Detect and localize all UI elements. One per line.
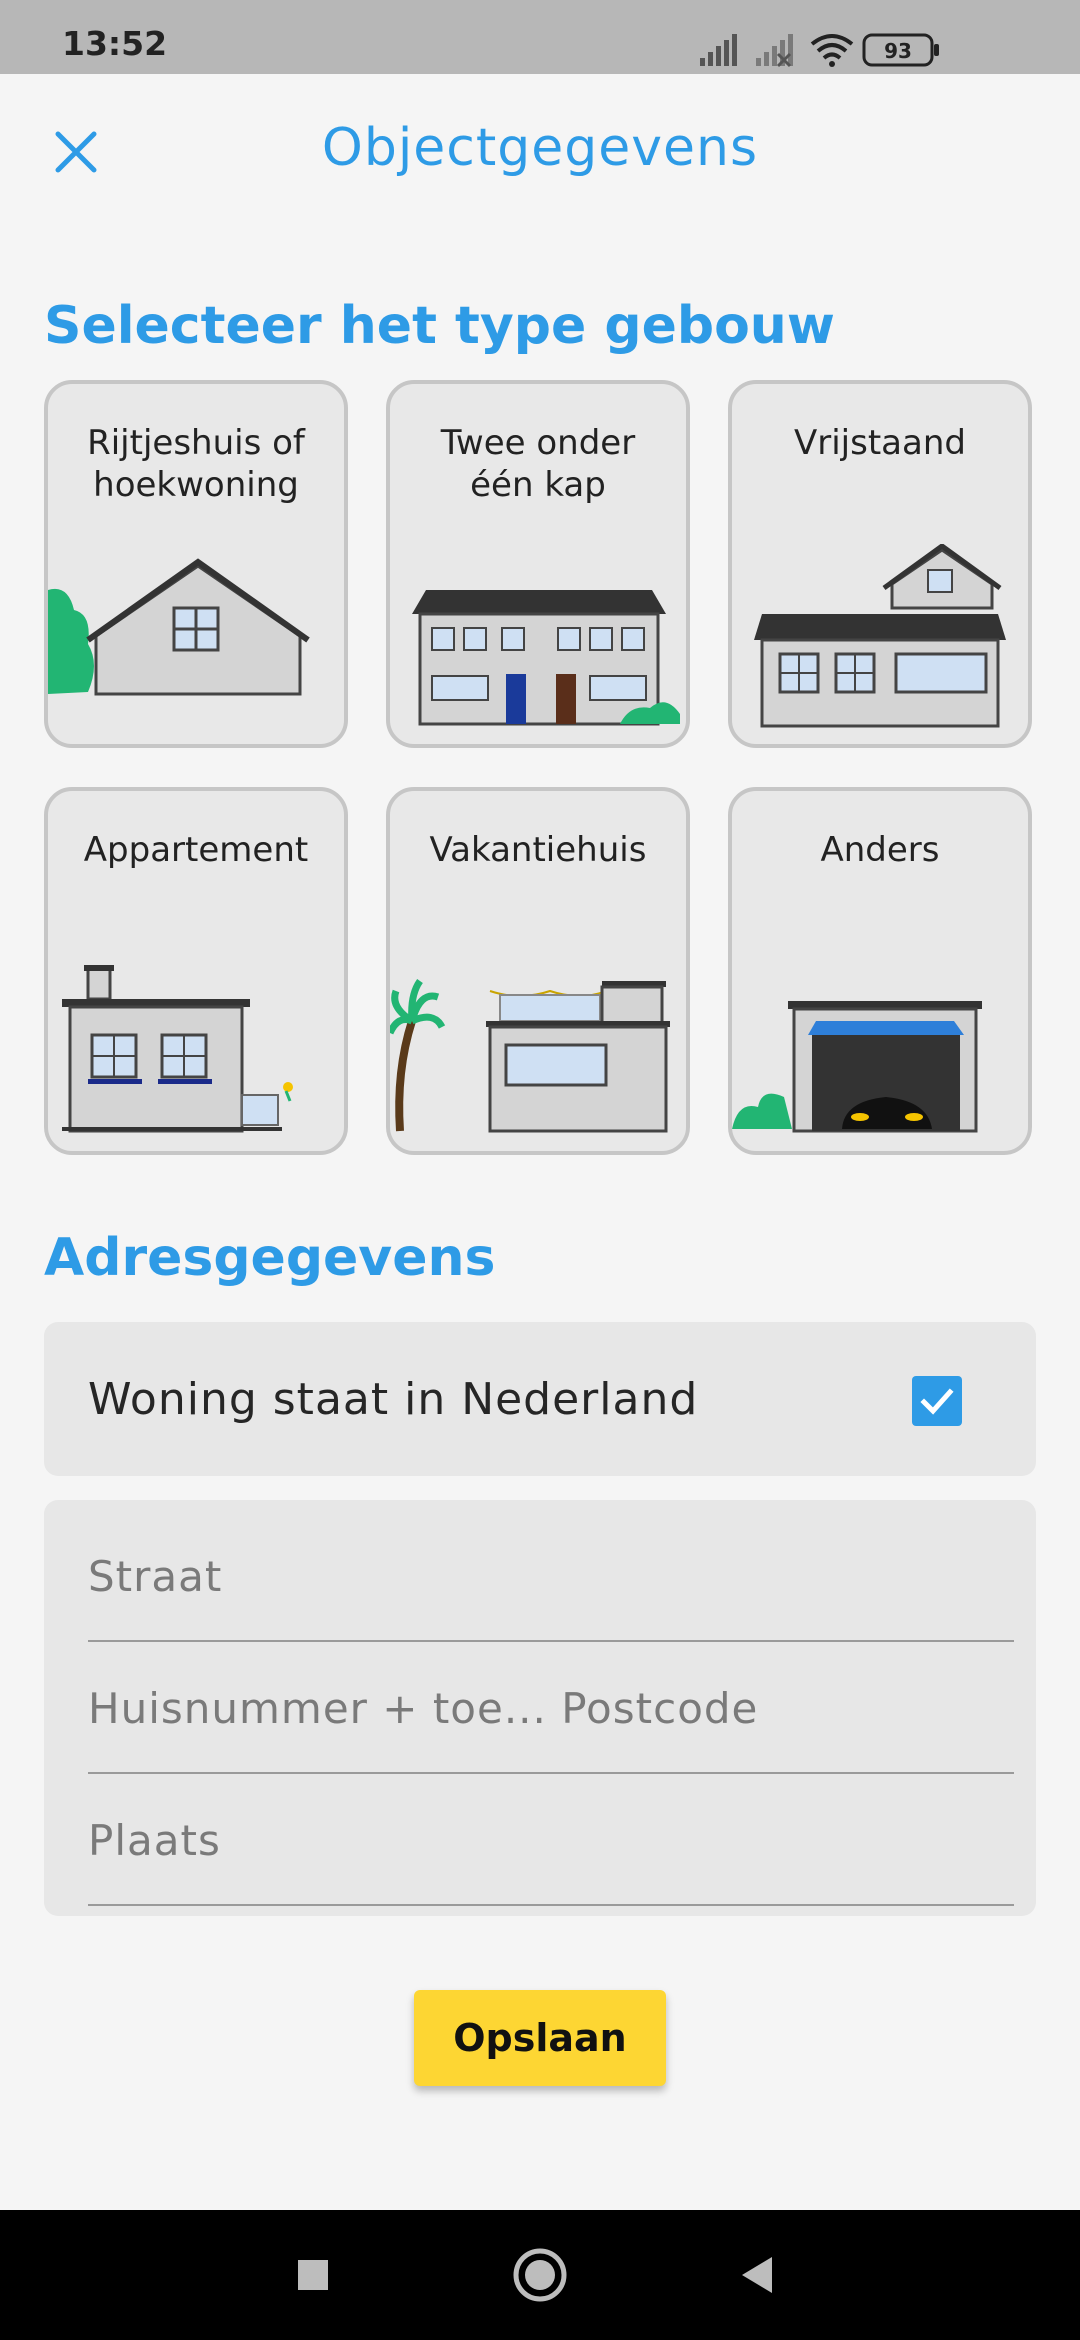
circle-icon [513,2248,567,2302]
semi-detached-illustration [412,590,680,726]
recents-button[interactable] [278,2240,348,2310]
in-netherlands-checkbox[interactable] [912,1376,962,1426]
home-button[interactable] [505,2240,575,2310]
garage-illustration [732,1001,982,1133]
battery-icon: 93 [862,33,939,67]
building-type-appartement-card[interactable]: Appartement [44,787,348,1155]
building-type-label: Vrijstaand [794,423,966,463]
svg-text:93: 93 [884,39,912,63]
detached-house-illustration [754,544,1006,728]
city-field [88,1776,1014,1906]
row-house-illustration [48,558,310,696]
back-triangle-icon [742,2257,772,2293]
status-bar: 13:52 93 [0,0,1080,74]
address-fields [44,1500,1036,1916]
building-type-vrijstaand-card[interactable]: Vrijstaand [728,380,1032,748]
status-time: 13:52 [62,24,168,63]
back-button[interactable] [722,2240,792,2310]
signal-icon [700,34,737,66]
house-number-postcode-input[interactable] [88,1684,1014,1733]
building-type-label: Vakantiehuis [429,830,647,870]
apartment-illustration [62,965,293,1133]
building-type-anders-card[interactable]: Anders [728,787,1032,1155]
building-type-vakantiehuis-card[interactable]: Vakantiehuis [386,787,690,1155]
building-type-label: Appartement [83,830,309,870]
in-netherlands-label: Woning staat in Nederland [88,1374,699,1425]
system-nav-bar [0,2210,1080,2340]
street-input[interactable] [88,1552,1014,1601]
building-type-label: Twee onder één kap [440,423,636,505]
in-netherlands-row[interactable]: Woning staat in Nederland [44,1322,1036,1476]
building-type-rijtjeshuis-card[interactable]: Rijtjeshuis of hoekwoning [44,380,348,748]
building-type-twee-onder-een-kap-card[interactable]: Twee onder één kap [386,380,690,748]
address-title: Adresgegevens [44,1228,496,1288]
checkmark-icon [920,1388,954,1415]
square-icon [298,2260,328,2290]
wifi-icon [810,34,854,67]
building-type-title: Selecteer het type gebouw [44,296,835,356]
save-button[interactable]: Opslaan [414,1990,666,2086]
house-number-postcode-field [88,1644,1014,1774]
page-title: Objectgegevens [321,118,759,178]
city-input[interactable] [88,1816,1014,1865]
building-type-label: Anders [820,830,940,870]
building-type-label: Rijtjeshuis of hoekwoning [87,423,305,505]
street-field [88,1512,1014,1642]
signal-no-sim-icon [756,34,793,68]
holiday-home-illustration [390,978,670,1133]
